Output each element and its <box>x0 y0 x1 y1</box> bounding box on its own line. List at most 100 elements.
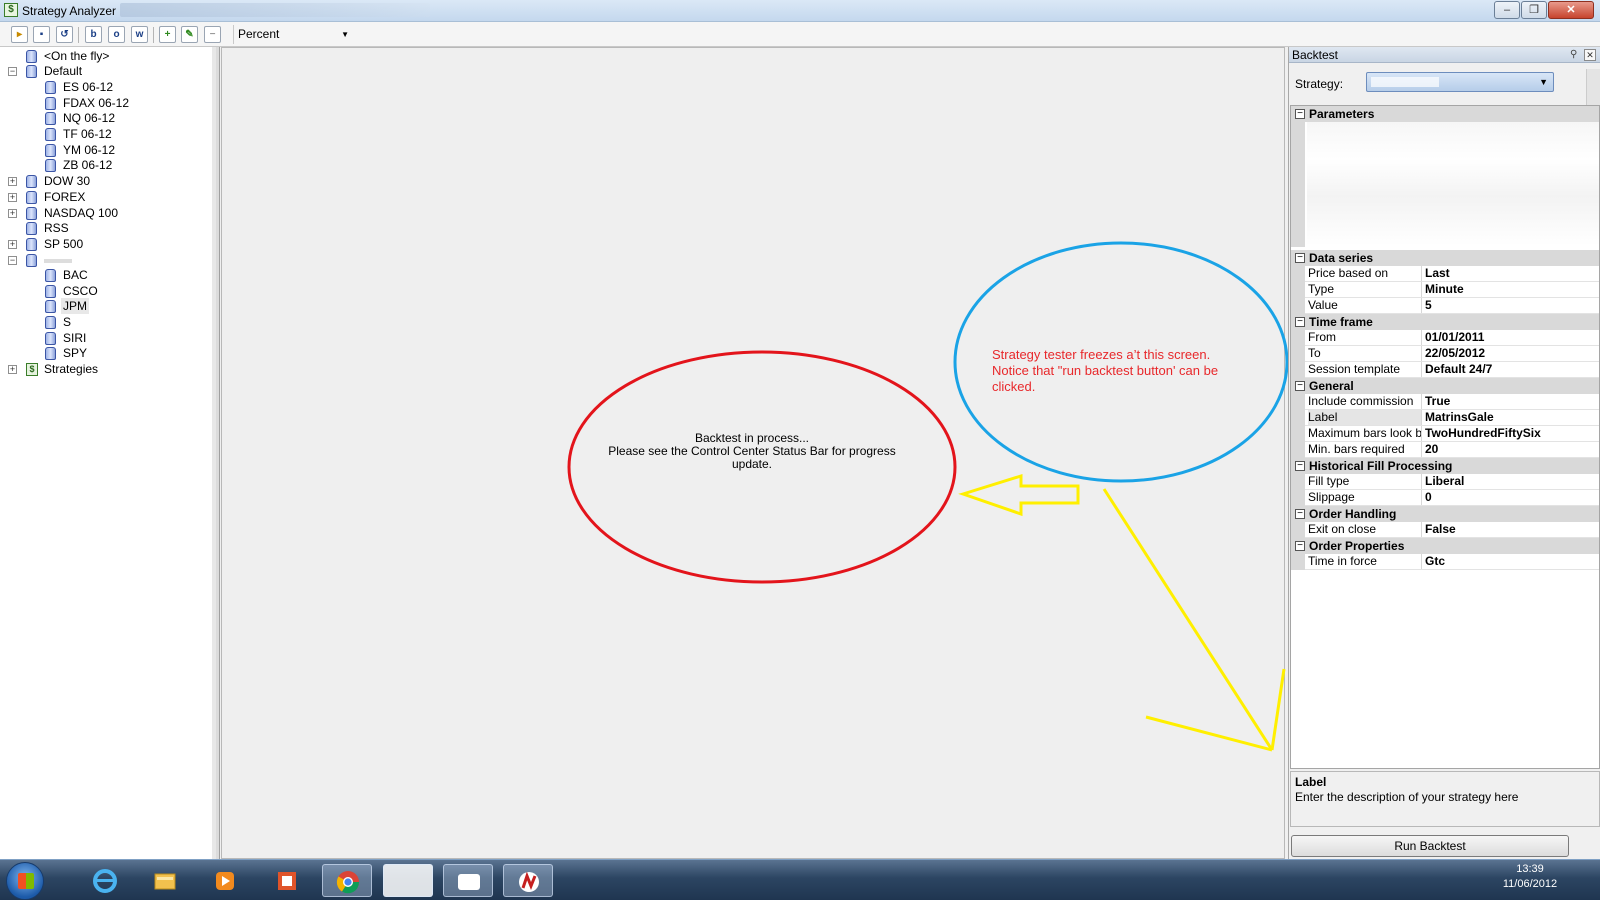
collapse-icon[interactable]: − <box>1295 541 1305 551</box>
prop-from[interactable]: From 01/01/2011 <box>1291 330 1599 346</box>
tree-item-nasdaq100[interactable]: NASDAQ 100 <box>44 205 118 221</box>
prop-exit-on-close[interactable]: Exit on close False <box>1291 522 1599 538</box>
w-button[interactable]: w <box>131 26 148 43</box>
tree-item-s[interactable]: S <box>63 314 71 330</box>
expand-icon[interactable]: + <box>8 209 17 218</box>
prop-max-bars-lookback[interactable]: Maximum bars look bacTwoHundredFiftySix <box>1291 426 1599 442</box>
database-icon <box>26 254 37 267</box>
tree-item-zb[interactable]: ZB 06-12 <box>63 157 112 173</box>
tree-item-sp500[interactable]: SP 500 <box>44 236 83 252</box>
close-panel-button[interactable]: ✕ <box>1584 49 1596 61</box>
database-icon <box>45 97 56 110</box>
b-button[interactable]: b <box>85 26 102 43</box>
collapse-icon[interactable]: − <box>1295 253 1305 263</box>
collapse-icon[interactable]: − <box>8 256 17 265</box>
database-icon <box>45 316 56 329</box>
backtest-status-message: Backtest in process... Please see the Co… <box>602 432 902 471</box>
tree-item-dow30[interactable]: DOW 30 <box>44 173 90 189</box>
database-icon <box>45 128 56 141</box>
window-thumbnail-1[interactable] <box>383 864 433 897</box>
close-button[interactable]: ✕ <box>1548 1 1594 19</box>
tree-item-csco[interactable]: CSCO <box>63 283 98 299</box>
open-icon[interactable]: ▸ <box>11 26 28 43</box>
office-icon[interactable] <box>262 864 312 897</box>
strategy-select[interactable]: ▼ <box>1366 72 1554 92</box>
prop-label[interactable]: Label MatrinsGale <box>1291 410 1599 426</box>
tree-item-tf[interactable]: TF 06-12 <box>63 126 112 142</box>
category-data-series[interactable]: − Data series <box>1291 250 1599 266</box>
prop-session-template[interactable]: Session template Default 24/7 <box>1291 362 1599 378</box>
prop-min-bars-required[interactable]: Min. bars required 20 <box>1291 442 1599 458</box>
collapse-icon[interactable]: − <box>1295 317 1305 327</box>
pin-icon[interactable]: ⚲ <box>1570 49 1581 60</box>
save-icon[interactable]: ▪ <box>33 26 50 43</box>
backtest-panel-header: Backtest ⚲ ✕ <box>1289 47 1600 63</box>
expand-icon[interactable]: + <box>8 193 17 202</box>
prop-price-based-on[interactable]: Price based on Last <box>1291 266 1599 282</box>
collapse-icon[interactable]: − <box>1295 109 1305 119</box>
prop-to[interactable]: To 22/05/2012 <box>1291 346 1599 362</box>
tree-item-strategies[interactable]: Strategies <box>44 361 98 377</box>
ninjatrader-icon[interactable] <box>503 864 553 897</box>
tree-item-siri[interactable]: SIRI <box>63 330 86 346</box>
internet-explorer-icon[interactable] <box>80 864 130 897</box>
edit-icon[interactable]: ✎ <box>181 26 198 43</box>
file-explorer-icon[interactable] <box>140 864 190 897</box>
category-order-handling[interactable]: − Order Handling <box>1291 506 1599 522</box>
panel-splitter[interactable] <box>216 47 220 859</box>
category-parameters[interactable]: − Parameters <box>1291 106 1599 122</box>
expand-icon[interactable]: + <box>8 240 17 249</box>
prop-fill-type[interactable]: Fill type Liberal <box>1291 474 1599 490</box>
tray-date[interactable]: 11/06/2012 <box>1480 877 1580 891</box>
tree-item-jpm[interactable]: JPM <box>61 298 89 314</box>
chrome-icon[interactable] <box>322 864 372 897</box>
tray-time[interactable]: 13:39 <box>1480 862 1580 876</box>
run-backtest-button[interactable]: Run Backtest <box>1291 835 1569 857</box>
database-icon <box>45 269 56 282</box>
window-thumbnail-2[interactable] <box>443 864 493 897</box>
prop-type[interactable]: Type Minute <box>1291 282 1599 298</box>
database-icon <box>26 50 37 63</box>
remove-icon[interactable]: − <box>204 26 221 43</box>
prop-time-in-force[interactable]: Time in force Gtc <box>1291 554 1599 570</box>
prop-include-commission[interactable]: Include commission True <box>1291 394 1599 410</box>
tree-item-spy[interactable]: SPY <box>63 345 87 361</box>
tree-item-fdax[interactable]: FDAX 06-12 <box>63 95 129 111</box>
tree-item-ym[interactable]: YM 06-12 <box>63 142 115 158</box>
history-icon[interactable]: ↺ <box>56 26 73 43</box>
media-player-icon[interactable] <box>200 864 250 897</box>
collapse-icon[interactable]: − <box>8 67 17 76</box>
expand-icon[interactable]: + <box>8 365 17 374</box>
tree-item-es[interactable]: ES 06-12 <box>63 79 113 95</box>
o-button[interactable]: o <box>108 26 125 43</box>
database-icon <box>26 175 37 188</box>
database-icon <box>45 347 56 360</box>
tree-item-forex[interactable]: FOREX <box>44 189 85 205</box>
tree-item-rss[interactable]: RSS <box>44 220 69 236</box>
collapse-icon[interactable]: − <box>1295 509 1305 519</box>
instrument-tree[interactable]: <On the fly> − Default ES 06-12 FDAX 06-… <box>0 47 216 859</box>
tree-item-default[interactable]: Default <box>44 63 82 79</box>
database-icon <box>26 207 37 220</box>
display-unit-value: Percent <box>238 27 280 41</box>
database-icon <box>45 112 56 125</box>
collapse-icon[interactable]: − <box>1295 381 1305 391</box>
expand-icon[interactable]: + <box>8 177 17 186</box>
tree-item-bac[interactable]: BAC <box>63 267 88 283</box>
maximize-button[interactable]: ❐ <box>1521 1 1547 19</box>
category-general[interactable]: − General <box>1291 378 1599 394</box>
tree-item-on-the-fly[interactable]: <On the fly> <box>44 48 109 64</box>
category-time-frame[interactable]: − Time frame <box>1291 314 1599 330</box>
prop-value[interactable]: Value 5 <box>1291 298 1599 314</box>
window-title: Strategy Analyzer <box>22 4 117 18</box>
display-unit-select[interactable]: Percent ▼ <box>233 25 355 44</box>
category-historical-fill[interactable]: − Historical Fill Processing <box>1291 458 1599 474</box>
collapse-icon[interactable]: − <box>1295 461 1305 471</box>
minimize-button[interactable]: ‒ <box>1494 1 1520 19</box>
tree-item-nq[interactable]: NQ 06-12 <box>63 110 115 126</box>
prop-slippage[interactable]: Slippage 0 <box>1291 490 1599 506</box>
category-order-properties[interactable]: − Order Properties <box>1291 538 1599 554</box>
start-button[interactable] <box>6 862 44 900</box>
add-icon[interactable]: + <box>159 26 176 43</box>
tree-item-redacted[interactable] <box>44 259 72 263</box>
